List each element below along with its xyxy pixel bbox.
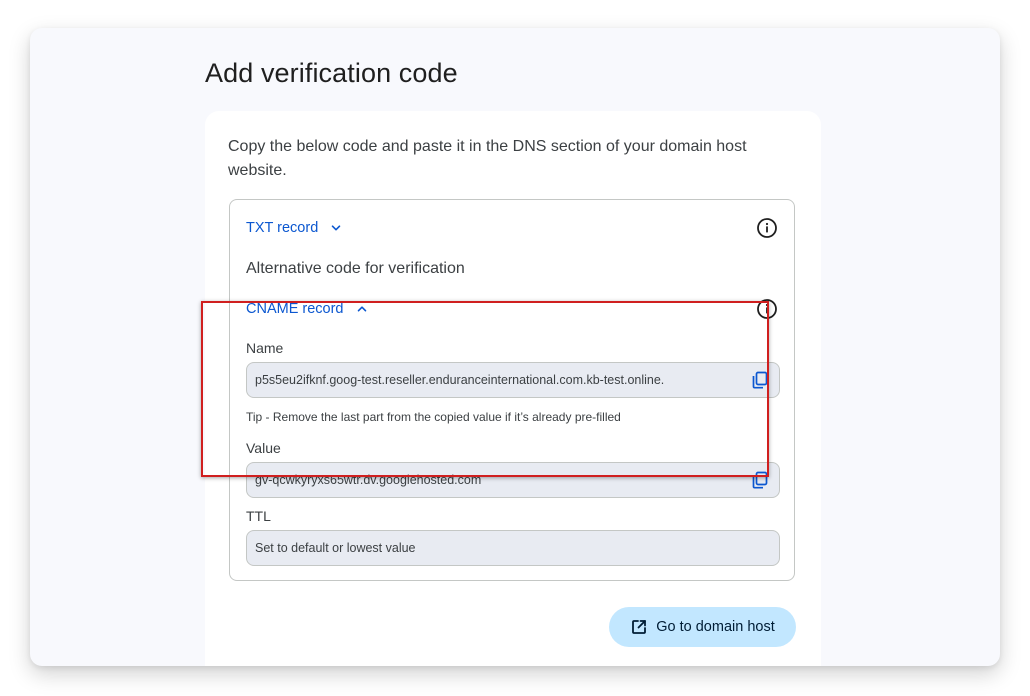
txt-record-label: TXT record <box>246 220 319 236</box>
value-field-value: gv-qcwkyryxs65wtr.dv.googlehosted.com <box>255 473 482 487</box>
name-field-value: p5s5eu2ifknf.goog-test.reseller.enduranc… <box>255 373 665 387</box>
instructions-text: Copy the below code and paste it in the … <box>228 138 747 179</box>
ttl-field-value: Set to default or lowest value <box>255 541 416 555</box>
page-title: Add verification code <box>205 58 458 88</box>
txt-record-toggle[interactable]: TXT record <box>246 220 342 236</box>
cname-record-label: CNAME record <box>246 301 344 317</box>
open-in-new-icon <box>632 620 647 634</box>
main-panel: Add verification code Copy the below cod… <box>30 28 1000 666</box>
copy-icon[interactable] <box>750 470 770 490</box>
ttl-field-label: TTL <box>246 508 271 524</box>
tip-text: Tip - Remove the last part from the copi… <box>246 410 621 424</box>
value-field[interactable]: gv-qcwkyryxs65wtr.dv.googlehosted.com <box>246 462 780 498</box>
info-icon[interactable] <box>756 298 778 320</box>
verification-card: Copy the below code and paste it in the … <box>205 111 821 666</box>
copy-icon[interactable] <box>750 370 770 390</box>
chevron-up-icon <box>357 306 366 312</box>
go-to-domain-host-label: Go to domain host <box>656 619 775 635</box>
go-to-domain-host-button[interactable]: Go to domain host <box>609 607 796 647</box>
chevron-down-icon <box>331 225 341 231</box>
alternative-code-label: Alternative code for verification <box>246 260 465 277</box>
info-icon[interactable] <box>756 217 778 239</box>
cname-record-toggle[interactable]: CNAME record <box>246 301 368 317</box>
ttl-field[interactable]: Set to default or lowest value <box>246 530 780 566</box>
name-field[interactable]: p5s5eu2ifknf.goog-test.reseller.enduranc… <box>246 362 780 398</box>
value-field-label: Value <box>246 440 281 456</box>
name-field-label: Name <box>246 340 284 356</box>
records-box: TXT record Alternative code for verifica… <box>229 199 795 581</box>
